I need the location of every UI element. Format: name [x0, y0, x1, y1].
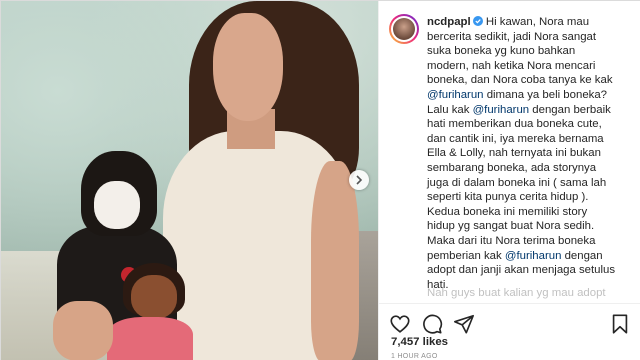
verified-badge-icon: [472, 16, 483, 26]
caption-segment: juga di dalam boneka ini ( sama lah: [427, 176, 607, 189]
caption-segment: Hi kawan, Nora mau: [485, 16, 590, 28]
username-link[interactable]: ncdpapl: [427, 16, 471, 28]
caption-line: @furiharun dimana ya beli boneka?: [427, 88, 632, 103]
caption-segment: bercerita sedikit, jadi Nora sangat: [427, 30, 597, 43]
caption-segment: pemberian kak: [427, 249, 505, 262]
caption-segment: sembarang boneka, ada storynya: [427, 161, 597, 174]
caption-segment: dengan: [561, 249, 603, 262]
caption-line: Lalu kak @furiharun dengan berbaik: [427, 103, 632, 118]
caption-line: bercerita sedikit, jadi Nora sangat: [427, 30, 632, 45]
caption-line: suka boneka yg kuno bahkan: [427, 44, 632, 59]
caption-segment: dengan berbaik: [529, 103, 611, 116]
caption-segment: seperti kita punya cerita hidup ).: [427, 191, 589, 204]
caption-segment: Lalu kak: [427, 103, 473, 116]
caption-segment: modern, nah ketika Nora mencari: [427, 59, 596, 72]
post-caption: ncdpapl Hi kawan, Nora mau bercerita sedi…: [427, 15, 632, 292]
caption-line: modern, nah ketika Nora mencari: [427, 59, 632, 74]
caption-segment: Maka dari itu Nora terima boneka: [427, 234, 596, 247]
mention-link[interactable]: @furiharun: [473, 104, 530, 116]
caption-line: dan cantik ini, iya mereka bernama: [427, 132, 632, 147]
caption-segment: dimana ya beli boneka?: [483, 88, 608, 101]
comment-icon[interactable]: [421, 313, 443, 335]
caption-line: Maka dari itu Nora terima boneka: [427, 234, 632, 249]
caption-segment: hati memberikan dua boneka cute,: [427, 118, 602, 131]
next-photo-button[interactable]: [349, 170, 369, 190]
post-time: 1 HOUR AGO: [391, 353, 438, 360]
woman-face: [213, 13, 283, 121]
doll-small-face: [131, 275, 177, 319]
mention-link[interactable]: @furiharun: [505, 250, 562, 262]
caption-segment: Ella & Lolly, nah ternyata ini bukan: [427, 147, 601, 160]
caption-segment: boneka, dan Nora coba tanya ke kak: [427, 74, 613, 87]
caption-line: Kedua boneka ini memiliki story: [427, 205, 632, 220]
caption-segment: Kedua boneka ini memiliki story: [427, 205, 588, 218]
woman-arm: [311, 161, 359, 360]
caption-line: sembarang boneka, ada storynya: [427, 161, 632, 176]
caption-line: boneka, dan Nora coba tanya ke kak: [427, 73, 632, 88]
mention-link[interactable]: @furiharun: [427, 89, 484, 101]
caption-line: adopt dan janji akan menjaga setulus: [427, 263, 632, 278]
caption-segment: dan cantik ini, iya mereka bernama: [427, 132, 604, 145]
like-count[interactable]: 7,457 likes: [391, 336, 631, 348]
caption-panel: ncdpapl Hi kawan, Nora mau bercerita sedi…: [378, 1, 640, 360]
caption-segment: suka boneka yg kuno bahkan: [427, 45, 576, 58]
caption-segment: adopt dan janji akan menjaga setulus: [427, 264, 616, 277]
doll-dark-face: [94, 181, 140, 229]
caption-line: pemberian kak @furiharun dengan: [427, 249, 632, 264]
caption-line: Ella & Lolly, nah ternyata ini bukan: [427, 146, 632, 161]
chevron-right-icon: [356, 175, 363, 185]
caption-segment: hidup yg sangat buat Nora sedih.: [427, 220, 595, 233]
avatar[interactable]: [389, 14, 419, 44]
share-icon[interactable]: [453, 313, 475, 335]
doll-small-dress: [107, 317, 193, 360]
woman-hand: [53, 301, 113, 360]
caption-faded-line: Nah guys buat kalian yg mau adopt: [427, 287, 606, 299]
caption-line: seperti kita punya cerita hidup ).: [427, 190, 632, 205]
post-photo[interactable]: [1, 1, 378, 360]
avatar-image: [393, 18, 415, 40]
caption-text: ncdpapl Hi kawan, Nora mau bercerita sedi…: [427, 15, 632, 292]
instagram-post: ncdpapl Hi kawan, Nora mau bercerita sedi…: [0, 0, 640, 360]
caption-line: hati memberikan dua boneka cute,: [427, 117, 632, 132]
caption-line: ncdpapl Hi kawan, Nora mau: [427, 15, 632, 30]
caption-line: juga di dalam boneka ini ( sama lah: [427, 176, 632, 191]
caption-line: hidup yg sangat buat Nora sedih.: [427, 219, 632, 234]
bookmark-icon[interactable]: [609, 313, 631, 335]
heart-icon[interactable]: [389, 313, 411, 335]
